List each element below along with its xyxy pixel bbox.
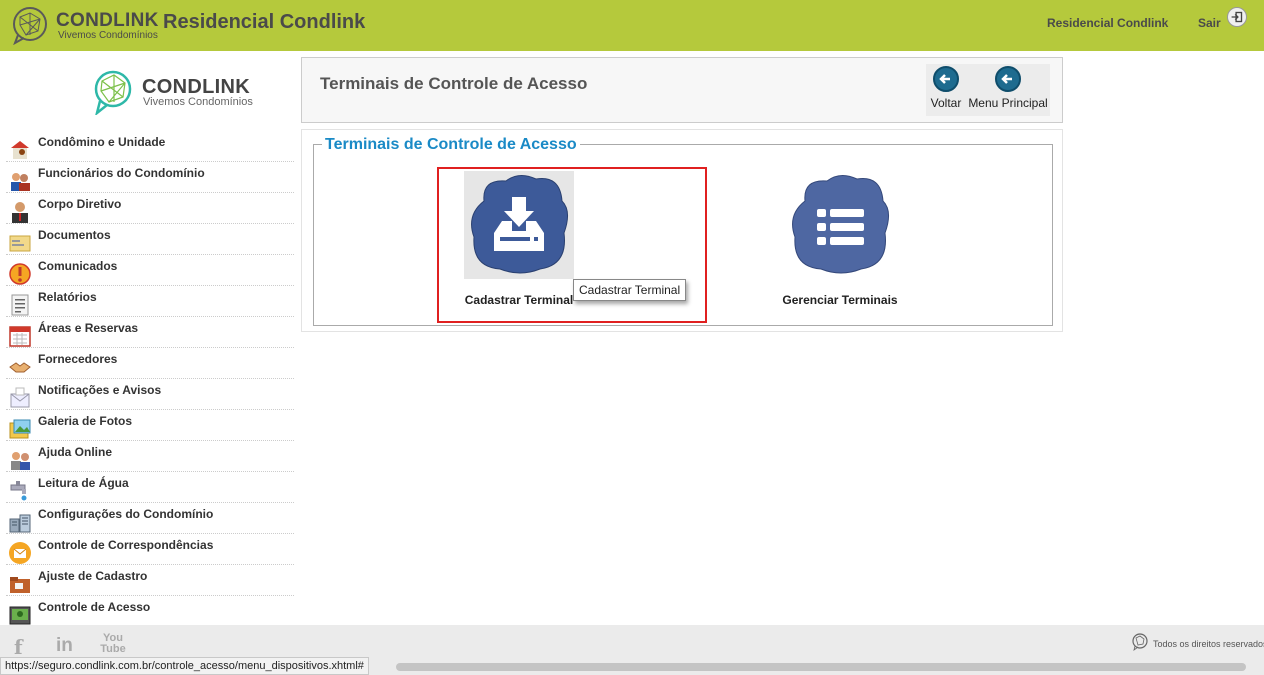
sidebar-item-leitura-agua[interactable]: Leitura de Água [6, 472, 294, 503]
back-button[interactable]: Voltar [926, 66, 966, 110]
calendar-icon [9, 326, 31, 347]
sidebar-item-label: Relatórios [38, 290, 97, 304]
sidebar-item-label: Galeria de Fotos [38, 414, 133, 428]
sidebar-item-label: Condômino e Unidade [38, 135, 166, 149]
sidebar-item-label: Áreas e Reservas [38, 321, 139, 335]
sidebar-item-areas-reservas[interactable]: Áreas e Reservas [6, 317, 294, 348]
sidebar-item-label: Leitura de Água [38, 476, 129, 490]
manage-terminals-icon-bg [785, 171, 895, 279]
header-tagline: Vivemos Condomínios [58, 30, 158, 41]
sidebar-tagline: Vivemos Condomínios [143, 96, 253, 108]
manage-terminals-label: Gerenciar Terminais [782, 293, 898, 307]
main-menu-label: Menu Principal [968, 96, 1048, 110]
sidebar-item-label: Corpo Diretivo [38, 197, 122, 211]
condlink-footer-logo-icon [1132, 633, 1148, 651]
sidebar-item-corpo-diretivo[interactable]: Corpo Diretivo [6, 193, 294, 224]
linkedin-icon[interactable]: in [56, 635, 73, 657]
horizontal-scrollbar[interactable] [396, 663, 1246, 671]
back-label: Voltar [930, 96, 962, 110]
sidebar-item-comunicados[interactable]: Comunicados [6, 255, 294, 286]
sidebar-item-label: Ajuda Online [38, 445, 113, 459]
handshake-icon [9, 362, 31, 373]
sidebar-item-label: Controle de Acesso [38, 600, 151, 614]
status-url: https://seguro.condlink.com.br/controle_… [0, 657, 369, 675]
sidebar-item-notificacoes[interactable]: Notificações e Avisos [6, 379, 294, 410]
sidebar-item-correspondencias[interactable]: Controle de Correspondências [6, 534, 294, 565]
section-legend: Terminais de Controle de Acesso [322, 136, 580, 154]
sidebar-item-relatorios[interactable]: Relatórios [6, 286, 294, 317]
staff-icon [11, 173, 30, 191]
sidebar-item-label: Notificações e Avisos [38, 383, 162, 397]
site-title: Residencial Condlink [163, 11, 366, 33]
sidebar-item-ajuste-cadastro[interactable]: Ajuste de Cadastro [6, 565, 294, 596]
page-title: Terminais de Controle de Acesso [320, 74, 588, 93]
sidebar-item-label: Controle de Correspondências [38, 538, 214, 552]
sidebar-item-condomino-unidade[interactable]: Condômino e Unidade [6, 131, 294, 162]
exit-link[interactable]: Sair [1198, 16, 1221, 30]
alert-icon [9, 263, 31, 285]
condlink-logo-icon[interactable] [10, 5, 50, 45]
list-cloud-icon [792, 175, 889, 274]
sidebar-item-label: Fornecedores [38, 352, 118, 366]
tooltip: Cadastrar Terminal [573, 279, 687, 301]
sidebar-item-label: Ajuste de Cadastro [38, 569, 148, 583]
board-icon [12, 202, 28, 223]
user-link[interactable]: Residencial Condlink [1047, 16, 1168, 30]
documents-icon [9, 235, 31, 252]
sidebar-item-galeria-fotos[interactable]: Galeria de Fotos [6, 410, 294, 441]
resident-unit-icon [11, 141, 29, 159]
reports-icon [11, 294, 29, 316]
notifications-icon [10, 387, 30, 408]
sidebar-item-label: Funcionários do Condomínio [38, 166, 205, 180]
folder-icon [10, 577, 30, 593]
access-control-icon [9, 606, 31, 625]
rights-text: Todos os direitos reservados [1153, 639, 1264, 649]
condlink-sidebar-logo-icon [94, 70, 132, 115]
header-brand: CONDLINK [56, 10, 159, 31]
sidebar-item-funcionarios[interactable]: Funcionários do Condomínio [6, 162, 294, 193]
main-menu-button[interactable]: Menu Principal [968, 66, 1048, 110]
manage-terminals-tile[interactable]: Gerenciar Terminais [775, 171, 905, 307]
sidebar-item-documentos[interactable]: Documentos [6, 224, 294, 255]
page-header-panel: Terminais de Controle de Acesso Voltar M… [301, 57, 1063, 123]
exit-icon[interactable] [1227, 7, 1247, 27]
back-arrow-icon [933, 66, 959, 92]
main-menu-arrow-icon [995, 66, 1021, 92]
facebook-icon[interactable]: f [14, 635, 23, 659]
sidebar-item-label: Configurações do Condomínio [38, 507, 214, 521]
mail-icon [9, 542, 31, 564]
sidebar: CONDLINK Vivemos Condomínios Condômino e… [0, 51, 296, 627]
water-tap-icon [10, 481, 27, 501]
sidebar-item-configuracoes[interactable]: Configurações do Condomínio [6, 503, 294, 534]
sidebar-item-fornecedores[interactable]: Fornecedores [6, 348, 294, 379]
sidebar-item-controle-acesso[interactable]: Controle de Acesso [6, 596, 294, 627]
top-header: CONDLINK Vivemos Condomínios Residencial… [0, 0, 1264, 51]
building-settings-icon [9, 514, 31, 533]
sidebar-item-ajuda-online[interactable]: Ajuda Online [6, 441, 294, 472]
help-icon [11, 452, 30, 470]
sidebar-menu: Condômino e Unidade Funcionários do Cond… [6, 131, 294, 627]
photos-icon [9, 419, 31, 439]
youtube-icon[interactable]: You Tube [100, 633, 126, 655]
sidebar-item-label: Documentos [38, 228, 111, 242]
sidebar-item-label: Comunicados [38, 259, 118, 273]
